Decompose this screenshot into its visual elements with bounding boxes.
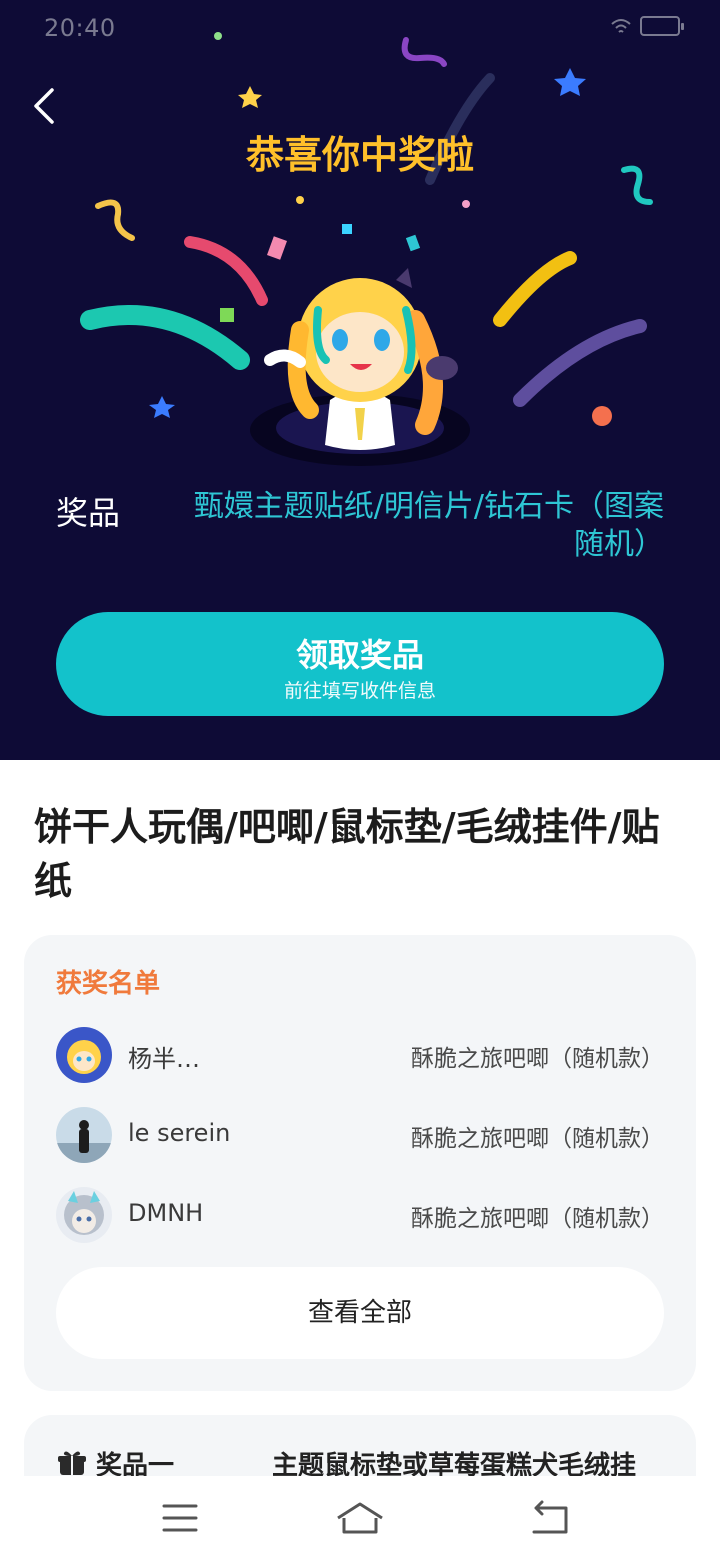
avatar bbox=[56, 1027, 112, 1083]
winner-prize: 酥脆之旅吧唧（随机款） bbox=[411, 1046, 664, 1072]
mascot-illustration bbox=[250, 268, 470, 466]
winners-heading: 获奖名单 bbox=[56, 969, 161, 999]
prize-label: 奖品 bbox=[56, 494, 121, 532]
avatar bbox=[56, 1187, 112, 1243]
gift-icon bbox=[58, 1451, 86, 1475]
claim-button-label: 领取奖品 bbox=[295, 636, 424, 674]
winner-row: 杨半… 酥脆之旅吧唧（随机款） bbox=[56, 1027, 664, 1083]
return-button[interactable] bbox=[518, 1498, 578, 1538]
system-nav-bar bbox=[0, 1476, 720, 1560]
status-bar: 20:40 bbox=[0, 0, 720, 56]
claim-button-sublabel: 前往填写收件信息 bbox=[283, 680, 436, 702]
menu-icon bbox=[162, 1504, 198, 1532]
claim-prize-button[interactable]: 领取奖品 前往填写收件信息 bbox=[56, 612, 664, 716]
winners-list-card: 获奖名单 杨半… 酥脆之旅吧唧（随机款） le serein 酥脆之旅吧唧（随机… bbox=[24, 935, 696, 1391]
winner-row: DMNH 酥脆之旅吧唧（随机款） bbox=[56, 1187, 664, 1243]
home-button[interactable] bbox=[330, 1498, 390, 1538]
back-button[interactable] bbox=[28, 82, 68, 130]
winner-name: le serein bbox=[128, 1119, 231, 1147]
status-time: 20:40 bbox=[44, 14, 116, 42]
winner-name: 杨半… bbox=[128, 1045, 200, 1073]
winner-prize: 酥脆之旅吧唧（随机款） bbox=[411, 1206, 664, 1232]
battery-icon bbox=[640, 16, 684, 36]
congrats-title: 恭喜你中奖啦 bbox=[245, 133, 474, 177]
winner-row: le serein 酥脆之旅吧唧（随机款） bbox=[56, 1107, 664, 1163]
return-icon bbox=[532, 1500, 568, 1534]
prize-value: 甄嬛主题贴纸/明信片/钻石卡（图案随机） bbox=[193, 489, 664, 562]
view-all-button[interactable]: 查看全部 bbox=[56, 1267, 664, 1359]
wifi-icon bbox=[611, 19, 631, 33]
back-icon bbox=[34, 88, 54, 124]
product-title: 饼干人玩偶/吧唧/鼠标垫/毛绒挂件/贴纸 bbox=[34, 805, 660, 903]
menu-button[interactable] bbox=[150, 1498, 210, 1538]
winner-name: DMNH bbox=[128, 1199, 204, 1227]
home-icon bbox=[337, 1502, 383, 1534]
winner-prize: 酥脆之旅吧唧（随机款） bbox=[411, 1126, 664, 1152]
avatar bbox=[56, 1107, 112, 1163]
prize-hero: 20:40 恭喜你中奖啦 奖品 甄嬛主题贴纸/明信片/钻石卡（图案随机） 领取奖… bbox=[0, 0, 720, 760]
status-icons bbox=[610, 16, 684, 36]
